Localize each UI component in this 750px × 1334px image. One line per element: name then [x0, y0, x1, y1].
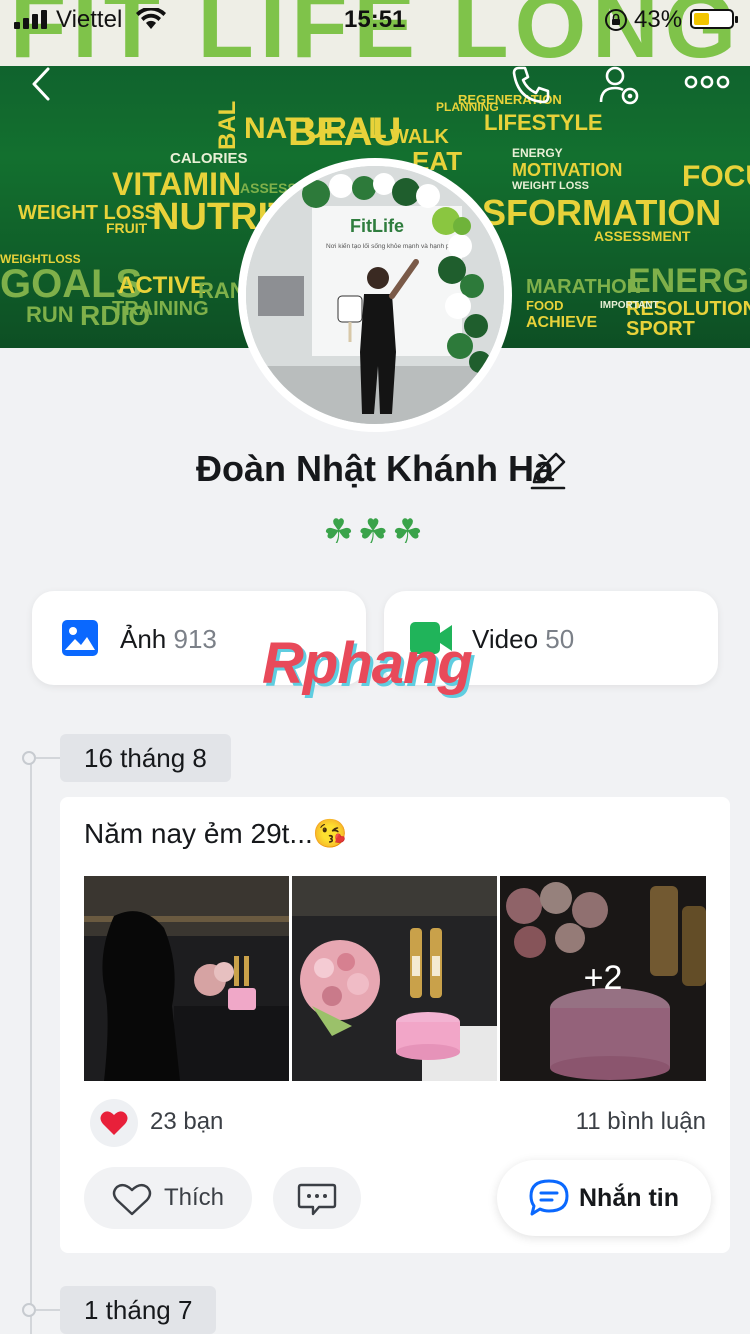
- message-icon: [529, 1179, 569, 1216]
- phone-icon[interactable]: [510, 64, 552, 106]
- photos-label-wrap: Ảnh 913: [120, 624, 217, 655]
- profile-name-row: Đoàn Nhật Khánh Hà: [0, 448, 750, 490]
- post-photo[interactable]: [84, 876, 289, 1081]
- more-icon[interactable]: [684, 74, 730, 90]
- post-photo-image: [84, 876, 289, 1081]
- post-photo-more[interactable]: +2: [500, 876, 706, 1081]
- wifi-icon: [136, 8, 166, 29]
- videos-count: 50: [545, 624, 575, 654]
- profile-settings-icon[interactable]: [598, 64, 642, 108]
- status-bar: Viettel 15:51 43%: [0, 0, 750, 40]
- avatar-sign-text: FitLife: [350, 216, 404, 236]
- timeline-dot: [22, 1303, 36, 1317]
- profile-bio: ☘☘☘: [323, 513, 427, 551]
- cover-word: RDIO: [80, 300, 150, 331]
- cover-word: ENERGY: [628, 262, 750, 300]
- battery-level: [694, 13, 709, 25]
- comment-count[interactable]: 11 bình luận: [576, 1108, 706, 1136]
- battery-percent: 43%: [634, 6, 683, 33]
- cover-word: CALORIES: [170, 150, 248, 167]
- post-photo[interactable]: [292, 876, 497, 1081]
- reaction-badge[interactable]: [90, 1099, 138, 1147]
- cover-word: MOTIVATION: [512, 160, 623, 180]
- date-chip: 1 tháng 7: [60, 1286, 217, 1334]
- like-label: Thích: [164, 1184, 225, 1211]
- videos-label: Video: [472, 624, 539, 654]
- status-time: 15:51: [344, 6, 406, 33]
- edit-name-icon[interactable]: [528, 450, 568, 490]
- timeline-tick: [36, 1309, 60, 1311]
- cover-word: RUN: [26, 302, 74, 327]
- cover-word: SPORT: [626, 318, 695, 340]
- message-label: Nhắn tin: [579, 1184, 679, 1212]
- watermark-logo: Rphang: [262, 631, 473, 696]
- carrier-name: Viettel: [56, 6, 123, 33]
- photos-count: 913: [173, 624, 217, 654]
- comment-icon: [297, 1183, 337, 1216]
- comment-button[interactable]: [273, 1167, 361, 1229]
- cover-word: FOCUS: [682, 160, 750, 193]
- cover-word: IMPORTANT: [600, 300, 659, 311]
- post-photo-image: [292, 876, 497, 1081]
- cover-word: MARATHON: [526, 276, 642, 298]
- cover-word: ACTIVE: [118, 272, 207, 299]
- signal-icon: [14, 10, 48, 29]
- timeline-line: [30, 758, 32, 1334]
- battery-icon: [690, 9, 738, 29]
- cover-word: LIFESTYLE: [484, 110, 603, 135]
- avatar-illustration: FitLife Nơi kiến tạo lối sống khỏe mạnh …: [246, 166, 504, 424]
- avatar[interactable]: FitLife Nơi kiến tạo lối sống khỏe mạnh …: [238, 158, 512, 432]
- cover-word: FOOD: [526, 298, 564, 313]
- cover-word: WEIGHT LOSS: [512, 180, 589, 192]
- photos-label: Ảnh: [120, 624, 167, 654]
- reaction-count[interactable]: 23 bạn: [150, 1108, 223, 1136]
- like-button[interactable]: Thích: [84, 1167, 252, 1229]
- cover-word: BAL: [214, 100, 241, 150]
- post-text[interactable]: Năm nay ẻm 29t...😘: [84, 817, 348, 850]
- cover-word: FRUIT: [106, 220, 148, 236]
- date-chip: 16 tháng 8: [60, 734, 231, 782]
- cover-word: ENERGY: [512, 146, 563, 160]
- cover-word: ASSESSMENT: [594, 228, 691, 244]
- videos-label-wrap: Video 50: [472, 624, 574, 655]
- photos-icon: [62, 620, 98, 656]
- orientation-lock-icon: [605, 9, 627, 31]
- heart-icon: [100, 1111, 128, 1135]
- heart-outline-icon: [112, 1183, 152, 1216]
- timeline-dot: [22, 751, 36, 765]
- timeline-tick: [36, 757, 60, 759]
- back-icon[interactable]: [28, 66, 54, 102]
- more-photos-count: +2: [500, 876, 706, 1081]
- cover-word: BEAU: [288, 110, 402, 154]
- avatar-photo: FitLife Nơi kiến tạo lối sống khỏe mạnh …: [246, 166, 504, 424]
- profile-name: Đoàn Nhật Khánh Hà: [195, 448, 554, 489]
- message-button[interactable]: Nhắn tin: [497, 1160, 711, 1236]
- avatar-sign-sub: Nơi kiến tạo lối sống khỏe mạnh và hạnh …: [326, 241, 461, 250]
- cover-word: ACHIEVE: [526, 314, 598, 331]
